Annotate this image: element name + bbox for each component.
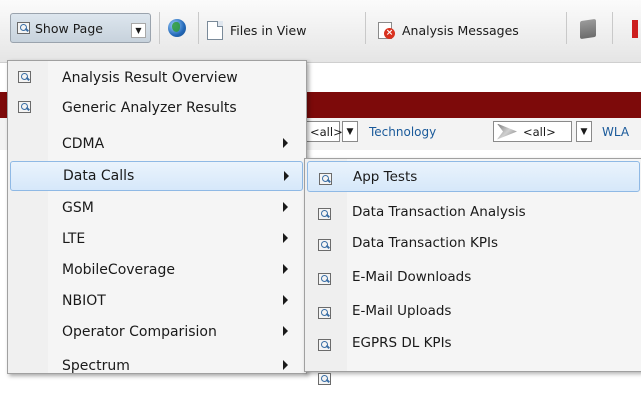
submenu-arrow-icon xyxy=(283,233,288,243)
menu-item-label: LTE xyxy=(62,231,86,247)
magnifier-page-icon xyxy=(318,273,331,285)
toolbar-separator xyxy=(159,12,160,44)
globe-icon xyxy=(168,19,186,37)
submenu-arrow-icon xyxy=(284,171,289,181)
submenu-item-label: App Tests xyxy=(353,169,418,185)
menu-item-nbiot[interactable]: NBIOT xyxy=(10,286,303,316)
submenu-item-data-transaction-analysis[interactable]: Data Transaction Analysis xyxy=(307,197,640,228)
technology-link[interactable]: Technology xyxy=(369,125,436,139)
chevron-down-icon: ▼ xyxy=(131,23,146,38)
report-button[interactable] xyxy=(580,16,596,42)
data-calls-submenu: App Tests Data Transaction Analysis Data… xyxy=(304,158,641,385)
submenu-item-e-mail-downloads[interactable]: E-Mail Downloads xyxy=(307,262,640,293)
analysis-messages-button[interactable]: × Analysis Messages xyxy=(378,17,519,43)
magnifier-page-icon xyxy=(318,239,331,251)
submenu-item-label: E-Mail Downloads xyxy=(352,269,472,285)
magnifier-page-icon xyxy=(318,208,331,220)
menu-item-mobilecoverage[interactable]: MobileCoverage xyxy=(10,255,303,285)
menu-item-operator-comparision[interactable]: Operator Comparision xyxy=(10,317,303,347)
magnifier-page-icon xyxy=(318,373,331,385)
submenu-arrow-icon xyxy=(283,326,288,336)
pdf-export-button[interactable] xyxy=(632,16,638,42)
technology-select-dropdown[interactable]: ▼ xyxy=(576,121,592,142)
menu-item-spectrum[interactable]: Spectrum xyxy=(10,351,303,381)
submenu-item-partial[interactable] xyxy=(307,362,640,393)
magnifier-page-icon xyxy=(318,339,331,351)
menu-item-label: CDMA xyxy=(62,136,105,152)
submenu-arrow-icon xyxy=(283,264,288,274)
toolbar-separator xyxy=(566,12,567,44)
toolbar-separator xyxy=(612,12,613,44)
menu-item-label: Generic Analyzer Results xyxy=(62,100,237,116)
submenu-item-label: Data Transaction KPIs xyxy=(352,235,499,251)
pdf-icon xyxy=(632,20,638,38)
files-in-view-button[interactable]: Files in View xyxy=(207,17,306,43)
show-page-menu: Analysis Result Overview Generic Analyze… xyxy=(7,60,307,374)
menu-item-label: MobileCoverage xyxy=(62,262,175,278)
filter-select-1-dropdown[interactable]: ▼ xyxy=(342,121,358,142)
chevron-down-icon: ▼ xyxy=(346,126,354,137)
submenu-item-label: Data Transaction Analysis xyxy=(352,204,526,220)
technology-icon xyxy=(497,123,517,140)
submenu-item-app-tests[interactable]: App Tests xyxy=(307,161,640,192)
toolbar-separator xyxy=(365,12,366,44)
submenu-item-label: EGPRS DL KPIs xyxy=(352,335,452,351)
wla-link[interactable]: WLA xyxy=(602,125,629,139)
report-icon xyxy=(580,18,596,40)
analysis-messages-label: Analysis Messages xyxy=(402,22,519,38)
technology-select[interactable]: <all> xyxy=(493,121,572,142)
filter-select-1-value: <all> xyxy=(310,124,343,139)
menu-item-label: Analysis Result Overview xyxy=(62,70,238,86)
magnifier-page-icon xyxy=(318,307,331,319)
submenu-arrow-icon xyxy=(283,360,288,370)
toolbar-separator xyxy=(198,12,199,44)
menu-item-lte[interactable]: LTE xyxy=(10,224,303,254)
magnifier-page-icon xyxy=(18,101,31,113)
menu-item-label: NBIOT xyxy=(62,293,106,309)
magnifier-page-icon xyxy=(18,71,31,83)
submenu-item-egprs-dl-kpis[interactable]: EGPRS DL KPIs xyxy=(307,328,640,359)
menu-item-generic-analyzer-results[interactable]: Generic Analyzer Results xyxy=(10,93,303,123)
chevron-down-icon: ▼ xyxy=(580,126,588,137)
refresh-globe-button[interactable] xyxy=(168,15,186,41)
submenu-item-e-mail-uploads[interactable]: E-Mail Uploads xyxy=(307,296,640,327)
submenu-item-label: E-Mail Uploads xyxy=(352,303,452,319)
show-page-button[interactable]: Show Page ▼ xyxy=(10,13,151,43)
submenu-arrow-icon xyxy=(283,138,288,148)
menu-item-cdma[interactable]: CDMA xyxy=(10,129,303,159)
document-icon xyxy=(207,20,223,40)
magnifier-page-icon xyxy=(319,173,332,185)
menu-item-analysis-result-overview[interactable]: Analysis Result Overview xyxy=(10,63,303,93)
technology-select-value: <all> xyxy=(523,124,556,139)
menu-item-label: Operator Comparision xyxy=(62,324,217,340)
submenu-arrow-icon xyxy=(283,202,288,212)
menu-item-label: Spectrum xyxy=(62,358,130,374)
magnifier-page-icon xyxy=(17,22,30,34)
filter-select-1[interactable]: <all> xyxy=(306,121,343,142)
menu-item-label: Data Calls xyxy=(63,168,135,184)
menu-item-label: GSM xyxy=(62,200,94,216)
menu-item-gsm[interactable]: GSM xyxy=(10,193,303,223)
menu-item-data-calls[interactable]: Data Calls xyxy=(10,161,303,191)
files-in-view-label: Files in View xyxy=(230,22,307,38)
show-page-label: Show Page xyxy=(35,20,103,36)
message-error-icon: × xyxy=(378,22,395,39)
submenu-arrow-icon xyxy=(283,295,288,305)
submenu-item-data-transaction-kpis[interactable]: Data Transaction KPIs xyxy=(307,228,640,259)
